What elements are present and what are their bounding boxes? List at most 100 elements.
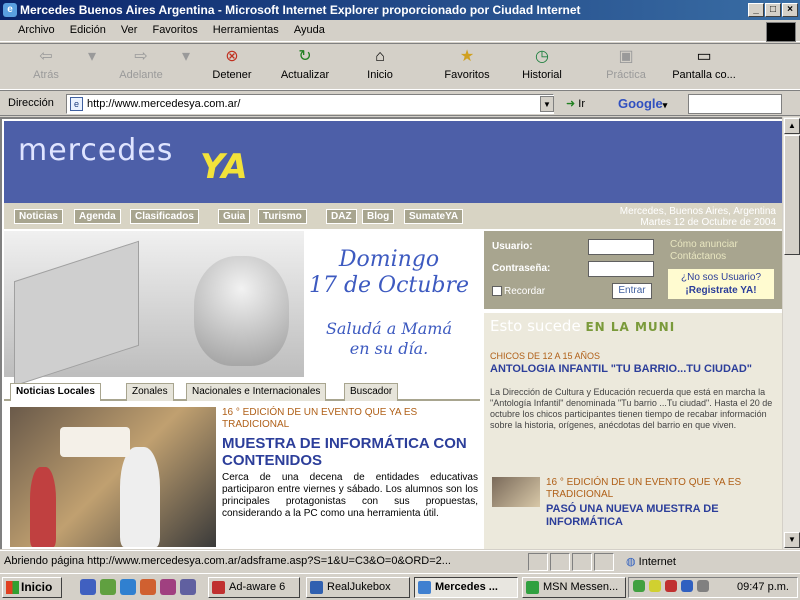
mothers-day-banner[interactable]: Domingo 17 de Octubre Saludá a Mamá en s… xyxy=(4,231,480,387)
link-contactanos[interactable]: Contáctanos xyxy=(670,251,726,262)
tab-buscador[interactable]: Buscador xyxy=(344,383,399,401)
quicklaunch-app-icon[interactable] xyxy=(160,579,176,595)
login-button[interactable]: Entrar xyxy=(612,283,652,299)
esto-thumbnail[interactable] xyxy=(492,477,540,507)
esto-kicker-2: 16 ° EDICIÓN DE UN EVENTO QUE YA ES TRAD… xyxy=(546,477,742,500)
site-header: mercedes YA xyxy=(4,121,782,203)
link-como-anunciar[interactable]: Cómo anunciar xyxy=(670,239,738,250)
news-photo[interactable] xyxy=(10,407,216,547)
quicklaunch-outlook-icon[interactable] xyxy=(120,579,136,595)
window-title: Mercedes Buenos Aires Argentina - Micros… xyxy=(20,3,581,17)
google-search-input[interactable] xyxy=(688,94,782,114)
address-dropdown-button[interactable]: ▼ xyxy=(540,96,554,112)
tab-noticias-locales[interactable]: Noticias Locales xyxy=(10,383,101,401)
refresh-button[interactable]: ↻ Actualizar xyxy=(272,48,338,88)
menu-ver[interactable]: Ver xyxy=(115,20,144,40)
register-line2: ¡Registrate YA! xyxy=(685,285,757,296)
location-date: Mercedes, Buenos Aires, Argentina Martes… xyxy=(620,206,776,228)
scroll-down-icon[interactable]: ▼ xyxy=(784,532,800,548)
tray-icon[interactable] xyxy=(633,580,645,592)
go-arrow-icon: ➜ xyxy=(566,98,576,110)
task-adaware[interactable]: Ad-aware 6 xyxy=(208,577,300,598)
nav-daz[interactable]: DAZ xyxy=(326,209,357,224)
person-figure xyxy=(30,467,56,547)
remember-checkbox[interactable]: Recordar xyxy=(492,286,545,297)
menu-archivo[interactable]: Archivo xyxy=(12,20,61,40)
refresh-icon: ↻ xyxy=(298,48,312,65)
disabled-toolbar-button: ▣ Práctica xyxy=(594,48,658,88)
msn-icon xyxy=(526,581,539,594)
register-box[interactable]: ¿No sos Usuario? ¡Registrate YA! xyxy=(668,269,774,299)
quicklaunch-desktop-icon[interactable] xyxy=(100,579,116,595)
task-ie-mercedes[interactable]: Mercedes ... xyxy=(414,577,518,598)
tab-zonales[interactable]: Zonales xyxy=(126,383,174,401)
back-button[interactable]: ⇦ Atrás xyxy=(20,48,72,88)
menu-ayuda[interactable]: Ayuda xyxy=(288,20,331,40)
quicklaunch-media-icon[interactable] xyxy=(140,579,156,595)
nav-sumateya[interactable]: SumateYA xyxy=(404,209,464,224)
maximize-button[interactable]: □ xyxy=(765,3,781,17)
menu-favoritos[interactable]: Favoritos xyxy=(146,20,203,40)
address-input[interactable]: e http://www.mercedesya.com.ar/ xyxy=(66,94,554,114)
site-nav: Noticias Agenda Clasificados Guia Turism… xyxy=(4,203,782,229)
banner-image xyxy=(4,231,304,387)
nav-guia[interactable]: Guia xyxy=(218,209,251,224)
back-dropdown[interactable]: ▾ xyxy=(82,48,96,88)
site-logo-accent[interactable]: YA xyxy=(200,147,248,187)
user-input[interactable] xyxy=(588,239,654,255)
user-label: Usuario: xyxy=(492,241,533,252)
vertical-scrollbar[interactable]: ▲ ▼ xyxy=(782,117,800,549)
close-button[interactable]: × xyxy=(782,3,798,17)
esto-body: La Dirección de Cultura y Educación recu… xyxy=(490,387,773,430)
menu-herramientas[interactable]: Herramientas xyxy=(207,20,285,40)
tab-nacionales[interactable]: Nacionales e Internacionales xyxy=(186,383,327,401)
back-arrow-icon: ⇦ xyxy=(39,48,53,65)
history-button[interactable]: ◷ Historial xyxy=(512,48,572,88)
nav-blog[interactable]: Blog xyxy=(362,209,395,224)
esto-heading-accent: EN LA MUNI xyxy=(585,320,676,334)
go-button[interactable]: ➜ Ir xyxy=(566,97,585,110)
site-logo-main[interactable]: mercedes xyxy=(18,133,173,168)
nav-turismo[interactable]: Turismo xyxy=(258,209,307,224)
nav-noticias[interactable]: Noticias xyxy=(14,209,63,224)
stop-label: Detener xyxy=(212,69,252,81)
nav-clasificados[interactable]: Clasificados xyxy=(130,209,199,224)
address-url: http://www.mercedesya.com.ar/ xyxy=(87,98,241,110)
stop-button[interactable]: ⊗ Detener xyxy=(200,48,264,88)
web-page: mercedes YA Noticias Agenda Clasificados… xyxy=(0,117,782,549)
password-input[interactable] xyxy=(588,261,654,277)
fullscreen-button[interactable]: ▭ Pantalla co... xyxy=(666,48,742,88)
quicklaunch-ie-icon[interactable] xyxy=(80,579,96,595)
news-title[interactable]: MUESTRA DE INFORMÁTICA CON CONTENIDOS xyxy=(222,435,478,469)
system-tray: 09:47 p.m. xyxy=(628,577,798,598)
home-button[interactable]: ⌂ Inicio xyxy=(352,48,408,88)
status-panel xyxy=(572,553,592,571)
esto-title-2[interactable]: PASÓ UNA NUEVA MUESTRA DE INFORMÁTICA xyxy=(546,503,774,529)
windows-logo-icon xyxy=(766,22,796,42)
minimize-button[interactable]: _ xyxy=(748,3,764,17)
forward-dropdown[interactable]: ▾ xyxy=(176,48,190,88)
banner-date: Domingo 17 de Octubre xyxy=(304,247,474,299)
clock[interactable]: 09:47 p.m. xyxy=(737,581,789,593)
window-title-bar: e Mercedes Buenos Aires Argentina - Micr… xyxy=(0,0,800,20)
volume-icon[interactable] xyxy=(697,580,709,592)
task-msn[interactable]: MSN Messen... xyxy=(522,577,626,598)
tray-icon[interactable] xyxy=(649,580,661,592)
quicklaunch-app-icon[interactable] xyxy=(180,579,196,595)
page-icon: ▣ xyxy=(618,48,634,65)
fullscreen-label: Pantalla co... xyxy=(672,69,736,81)
favorites-button[interactable]: ★ Favoritos xyxy=(436,48,498,88)
nav-agenda[interactable]: Agenda xyxy=(74,209,121,224)
tray-icon[interactable] xyxy=(681,580,693,592)
google-toolbar-button[interactable]: Google▾ xyxy=(618,96,667,111)
start-button[interactable]: Inicio xyxy=(2,577,62,598)
scroll-up-icon[interactable]: ▲ xyxy=(784,118,800,134)
scroll-thumb[interactable] xyxy=(784,135,800,255)
news-tabs: Noticias Locales Zonales Nacionales e In… xyxy=(4,381,480,401)
esto-title[interactable]: ANTOLOGIA INFANTIL "TU BARRIO...TU CIUDA… xyxy=(490,363,776,375)
tray-icon[interactable] xyxy=(665,580,677,592)
task-realjukebox[interactable]: RealJukebox xyxy=(306,577,410,598)
forward-button[interactable]: ⇨ Adelante xyxy=(108,48,174,88)
fullscreen-icon: ▭ xyxy=(696,48,712,65)
menu-edicion[interactable]: Edición xyxy=(64,20,112,40)
